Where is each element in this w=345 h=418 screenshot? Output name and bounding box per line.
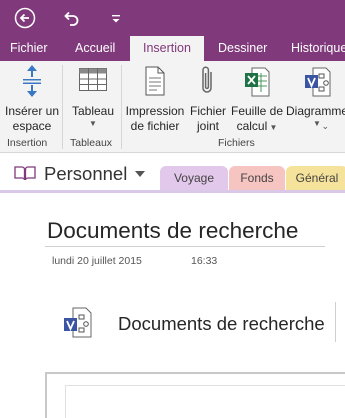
back-arrow-icon[interactable]	[12, 5, 38, 31]
insert-space-button[interactable]: Insérer un espace	[4, 64, 60, 134]
group-divider	[121, 65, 122, 149]
file-printout-page	[65, 385, 345, 418]
group-divider	[62, 65, 63, 149]
section-label: Fonds	[240, 171, 274, 185]
notebook-dropdown-icon[interactable]	[135, 171, 145, 177]
notebook-icon	[13, 165, 37, 186]
embedded-file-label[interactable]: Documents de recherche	[118, 313, 325, 335]
undo-icon[interactable]	[58, 5, 84, 31]
ribbon: Insérer un espace Tableau ▼ Impression d…	[0, 61, 345, 153]
page-title[interactable]: Documents de recherche	[47, 218, 298, 244]
tab-accueil[interactable]: Accueil	[75, 36, 115, 61]
insert-space-label-1: Insérer un	[4, 104, 60, 118]
excel-icon	[229, 64, 285, 102]
section-tab-fonds[interactable]: Fonds	[229, 166, 285, 190]
notebook-name[interactable]: Personnel	[44, 163, 127, 185]
title-bar	[0, 0, 345, 36]
table-button[interactable]: Tableau ▼	[68, 64, 118, 129]
spreadsheet-label-1: Feuille de	[230, 104, 284, 118]
page-time: 16:33	[191, 255, 218, 267]
ribbon-collapse-icon[interactable]: ⌄	[321, 121, 329, 132]
visio-icon	[286, 64, 345, 102]
insert-space-icon	[4, 64, 60, 102]
section-label: Général	[295, 171, 339, 185]
diagram-button[interactable]: Diagramme ▼	[286, 64, 345, 129]
tab-historique[interactable]: Historique	[291, 36, 345, 61]
file-attach-label-1: Fichier	[189, 104, 226, 118]
tab-insertion[interactable]: Insertion	[130, 36, 204, 61]
ribbon-tabs: Fichier Accueil Insertion Dessiner Histo…	[0, 36, 345, 61]
section-tab-voyage[interactable]: Voyage	[160, 166, 228, 190]
group-label-insertion: Insertion	[7, 137, 48, 149]
file-printout-label-2: de fichier	[130, 119, 180, 133]
file-printout-button[interactable]: Impression de fichier	[124, 64, 186, 134]
paperclip-icon	[188, 64, 228, 102]
file-printout-label-1: Impression	[125, 104, 185, 118]
tab-dessiner[interactable]: Dessiner	[218, 36, 267, 61]
spreadsheet-button[interactable]: Feuille de calcul ▼	[229, 64, 285, 135]
spreadsheet-label-2: calcul	[236, 119, 268, 133]
title-underline	[45, 246, 325, 247]
insert-space-label-2: espace	[12, 119, 52, 133]
table-label: Tableau	[71, 104, 115, 118]
file-printout-icon	[124, 64, 186, 102]
group-label-tables: Tableaux	[70, 137, 113, 149]
file-attach-button[interactable]: Fichier joint	[188, 64, 228, 134]
section-tab-general[interactable]: Général	[286, 166, 345, 190]
page-date: lundi 20 juillet 2015	[52, 255, 142, 267]
embed-divider	[335, 302, 336, 342]
section-label: Voyage	[173, 171, 215, 185]
visio-file-icon[interactable]	[63, 305, 93, 344]
chevron-down-icon: ▼	[313, 119, 321, 128]
diagram-label: Diagramme	[286, 104, 345, 118]
quick-access-more-icon[interactable]	[103, 5, 129, 31]
chevron-down-icon: ▼	[89, 119, 97, 128]
table-icon	[68, 64, 118, 102]
group-label-files: Fichiers	[218, 137, 255, 149]
tab-fichier[interactable]: Fichier	[10, 36, 48, 61]
file-attach-label-2: joint	[196, 119, 219, 133]
